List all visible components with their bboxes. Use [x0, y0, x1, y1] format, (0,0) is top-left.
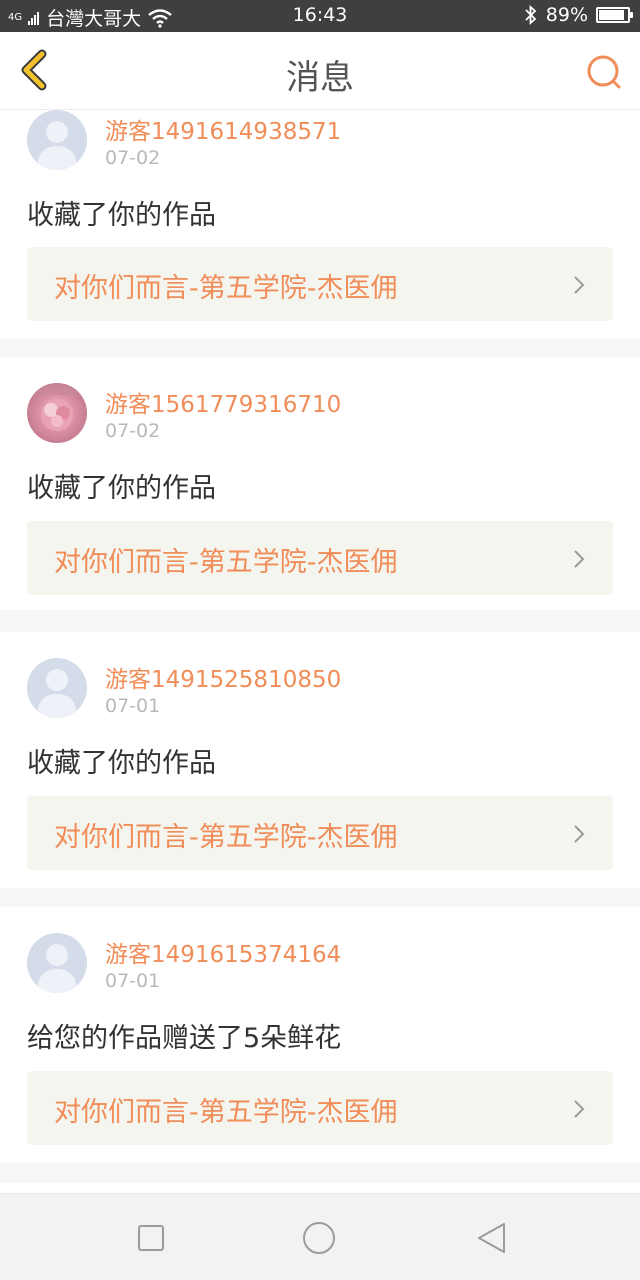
message-action: 收藏了你的作品 — [27, 200, 216, 231]
work-title: 对你们而言-第五学院-杰医佣 — [54, 273, 398, 304]
battery-level — [599, 10, 624, 20]
username[interactable]: 游客1561779316710 — [105, 385, 341, 419]
home-icon[interactable] — [302, 1221, 336, 1255]
chevron-right-icon — [574, 550, 585, 568]
message-date: 07-02 — [105, 147, 161, 169]
message-card: 游客1491525810850 07-01 收藏了你的作品 对你们而言-第五学院… — [0, 632, 640, 888]
battery-icon — [596, 7, 633, 23]
recent-apps-icon[interactable] — [134, 1221, 168, 1255]
chevron-right-icon — [574, 276, 585, 294]
message-action: 收藏了你的作品 — [27, 473, 216, 504]
app-header: 消息 — [0, 32, 640, 110]
username[interactable]: 游客1491525810850 — [105, 660, 341, 694]
chevron-right-icon — [574, 1100, 585, 1118]
back-triangle-icon[interactable] — [474, 1221, 508, 1255]
message-action: 收藏了你的作品 — [27, 748, 216, 779]
username[interactable]: 游客1491615374164 — [105, 935, 341, 969]
message-card — [0, 1183, 640, 1193]
message-date: 07-01 — [105, 695, 161, 717]
work-link[interactable]: 对你们而言-第五学院-杰医佣 — [27, 521, 613, 595]
search-icon[interactable] — [584, 52, 624, 92]
message-card: 游客1491615374164 07-01 给您的作品赠送了5朵鲜花 对你们而言… — [0, 907, 640, 1163]
message-list[interactable]: 游客1491614938571 07-02 收藏了你的作品 对你们而言-第五学院… — [0, 110, 640, 1193]
bluetooth-icon — [525, 5, 537, 25]
message-date: 07-01 — [105, 970, 161, 992]
person-silhouette-icon — [37, 121, 77, 170]
page-title: 消息 — [286, 58, 354, 98]
photo-avatar[interactable] — [27, 383, 87, 443]
username[interactable]: 游客1491614938571 — [105, 112, 341, 146]
default-avatar[interactable] — [27, 110, 87, 170]
flower-photo-icon — [27, 383, 87, 431]
work-link[interactable]: 对你们而言-第五学院-杰医佣 — [27, 1071, 613, 1145]
battery-percent: 89% — [545, 4, 588, 26]
status-bar: 4G 台灣大哥大 16:43 89% — [0, 0, 640, 32]
message-card: 游客1491614938571 07-02 收藏了你的作品 对你们而言-第五学院… — [0, 110, 640, 339]
work-link[interactable]: 对你们而言-第五学院-杰医佣 — [27, 247, 613, 321]
work-title: 对你们而言-第五学院-杰医佣 — [54, 1097, 398, 1128]
work-title: 对你们而言-第五学院-杰医佣 — [54, 547, 398, 578]
message-action: 给您的作品赠送了5朵鲜花 — [27, 1023, 342, 1054]
default-avatar[interactable] — [27, 933, 87, 993]
person-silhouette-icon — [37, 944, 77, 993]
work-title: 对你们而言-第五学院-杰医佣 — [54, 822, 398, 853]
message-card: 游客1561779316710 07-02 收藏了你的作品 对你们而言-第五学院… — [0, 357, 640, 610]
system-nav-bar — [0, 1193, 640, 1280]
work-link[interactable]: 对你们而言-第五学院-杰医佣 — [27, 796, 613, 870]
person-silhouette-icon — [37, 669, 77, 718]
message-date: 07-02 — [105, 420, 161, 442]
chevron-right-icon — [574, 825, 585, 843]
default-avatar[interactable] — [27, 658, 87, 718]
